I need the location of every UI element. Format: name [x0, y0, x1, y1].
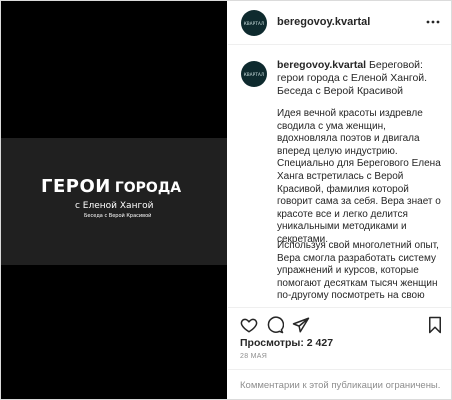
caption-area[interactable]: КВАРТАЛ beregovoy.kvartal Береговой: гер…	[228, 45, 451, 307]
media-banner: ГЕРОИ ГОРОДА с Еленой Хангой Беседа с Вер…	[1, 138, 227, 265]
author-username[interactable]: beregovoy.kvartal	[277, 16, 370, 28]
post-actions-bar	[228, 307, 451, 338]
caption-avatar-logo-text: КВАРТАЛ	[243, 71, 265, 77]
banner-subtitle-secondary: Беседа с Верой Красивой	[84, 213, 152, 219]
comments-disabled-area: Комментарии к этой публикации ограничены…	[228, 369, 451, 400]
views-count[interactable]: Просмотры: 2 427	[240, 337, 333, 349]
more-horizontal-icon[interactable]	[425, 14, 441, 30]
caption-username[interactable]: beregovoy.kvartal	[277, 59, 366, 71]
instagram-post: ГЕРОИ ГОРОДА с Еленой Хангой Беседа с Вер…	[0, 0, 452, 400]
caption-heading: beregovoy.kvartal Береговой: герои город…	[277, 59, 442, 98]
caption-author-avatar[interactable]: КВАРТАЛ	[241, 61, 267, 87]
post-media[interactable]: ГЕРОИ ГОРОДА с Еленой Хангой Беседа с Вер…	[1, 1, 227, 399]
post-date[interactable]: 28 МАЯ	[240, 353, 267, 360]
banner-subtitle: с Еленой Хангой	[75, 201, 154, 211]
banner-title: ГЕРОИ ГОРОДА	[41, 176, 181, 197]
comment-bubble-icon[interactable]	[266, 316, 284, 334]
banner-title-big: ГЕРОИ	[41, 176, 111, 197]
author-avatar[interactable]: КВАРТАЛ	[241, 10, 267, 36]
banner-title-small: ГОРОДА	[114, 180, 182, 196]
post-header: КВАРТАЛ beregovoy.kvartal	[228, 1, 451, 45]
avatar-logo-text: КВАРТАЛ	[243, 20, 265, 26]
comments-disabled-text: Комментарии к этой публикации ограничены…	[240, 380, 441, 391]
paper-plane-icon[interactable]	[292, 316, 310, 334]
post-side-panel: КВАРТАЛ beregovoy.kvartal КВАРТАЛ berego…	[228, 1, 451, 399]
heart-icon[interactable]	[240, 316, 258, 334]
caption-paragraph-2: Используя свой многолетний опыт, Вера см…	[277, 240, 439, 302]
bookmark-icon[interactable]	[426, 316, 444, 334]
caption-paragraph-1: Идея вечной красоты издревле сводила с у…	[277, 108, 441, 245]
